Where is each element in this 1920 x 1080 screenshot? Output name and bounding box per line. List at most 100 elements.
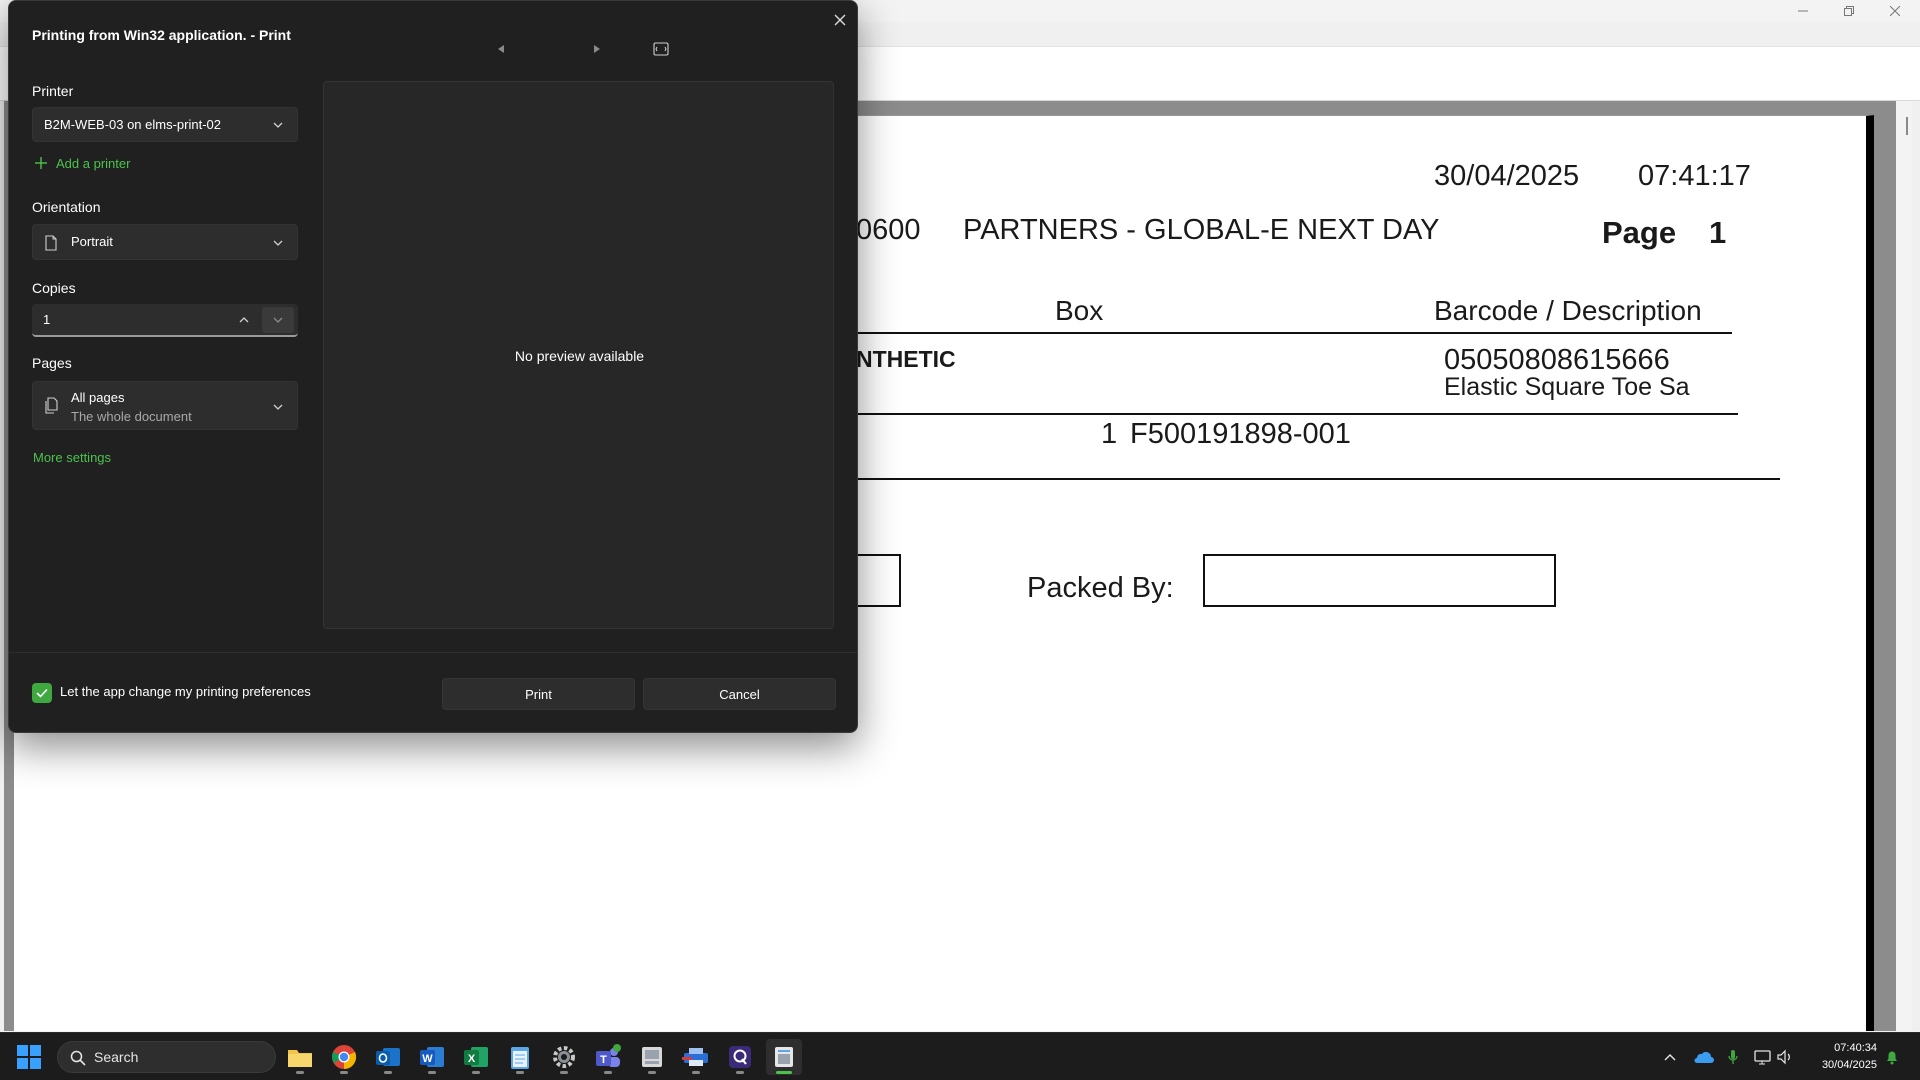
search-icon bbox=[70, 1050, 86, 1066]
taskbar-teams[interactable]: T bbox=[590, 1039, 626, 1075]
running-indicator bbox=[604, 1071, 612, 1074]
scrollbar-thumb[interactable] bbox=[1906, 117, 1908, 135]
chevron-up-icon bbox=[1664, 1054, 1676, 1061]
notepad-icon bbox=[511, 1047, 529, 1069]
running-indicator bbox=[296, 1071, 304, 1074]
print-preview-pane: No preview available bbox=[323, 81, 834, 629]
cancel-button[interactable]: Cancel bbox=[643, 678, 836, 710]
taskbar-word[interactable]: W bbox=[414, 1039, 450, 1075]
taskbar-notepad[interactable] bbox=[502, 1039, 538, 1075]
doc-rule bbox=[858, 332, 1732, 334]
printing-preferences-checkbox[interactable] bbox=[32, 683, 52, 703]
taskbar-settings[interactable] bbox=[546, 1039, 582, 1075]
fit-page-button[interactable] bbox=[652, 41, 670, 57]
taskbar-outlook[interactable] bbox=[370, 1039, 406, 1075]
close-window-button[interactable] bbox=[1872, 0, 1918, 22]
doc-col-barcode: Barcode / Description bbox=[1434, 295, 1702, 326]
microphone-icon bbox=[1728, 1050, 1738, 1064]
taskbar-app-q[interactable] bbox=[722, 1039, 758, 1075]
printing-preferences-label: Let the app change my printing preferenc… bbox=[60, 684, 311, 699]
dialog-title: Printing from Win32 application. - Print bbox=[32, 27, 291, 43]
taskbar-search-box[interactable]: Search bbox=[57, 1041, 276, 1073]
chevron-down-icon bbox=[273, 240, 283, 246]
copies-increase-button[interactable] bbox=[228, 307, 260, 333]
taskbar-app[interactable] bbox=[634, 1039, 670, 1075]
print-button[interactable]: Print bbox=[442, 678, 635, 710]
restore-icon bbox=[1844, 6, 1854, 16]
taskbar-printer-app[interactable] bbox=[678, 1039, 714, 1075]
vertical-scrollbar[interactable] bbox=[1896, 101, 1912, 1031]
active-indicator bbox=[776, 1071, 792, 1074]
running-indicator bbox=[560, 1071, 568, 1074]
taskbar-chrome[interactable] bbox=[326, 1039, 362, 1075]
speaker-icon bbox=[1777, 1049, 1790, 1065]
microphone-tray-button[interactable] bbox=[1724, 1048, 1742, 1066]
running-indicator bbox=[648, 1071, 656, 1074]
doc-time: 07:41:17 bbox=[1638, 160, 1751, 192]
chevron-down-icon bbox=[273, 404, 283, 410]
minimize-button[interactable] bbox=[1780, 0, 1826, 22]
restore-button[interactable] bbox=[1826, 0, 1872, 22]
add-printer-link[interactable]: Add a printer bbox=[56, 156, 130, 171]
taskbar-clock-date[interactable]: 30/04/2025 bbox=[1822, 1059, 1877, 1071]
previous-page-button[interactable] bbox=[493, 41, 509, 57]
pages-icon bbox=[45, 397, 58, 414]
running-indicator bbox=[736, 1071, 744, 1074]
doc-item-name: NTHETIC bbox=[856, 346, 956, 372]
doc-rule bbox=[858, 413, 1738, 415]
start-button[interactable] bbox=[16, 1044, 42, 1070]
taskbar-active-window[interactable] bbox=[766, 1039, 802, 1075]
pages-value: All pages bbox=[71, 390, 125, 405]
pages-label: Pages bbox=[32, 355, 72, 371]
doc-box-qty: 1 bbox=[1101, 418, 1118, 450]
copies-stepper[interactable]: 1 bbox=[32, 304, 298, 337]
orientation-select[interactable]: Portrait bbox=[32, 224, 298, 260]
notifications-button[interactable] bbox=[1883, 1048, 1901, 1066]
doc-field-box bbox=[856, 554, 901, 607]
printer-label: Printer bbox=[32, 83, 74, 99]
doc-col-box: Box bbox=[1055, 295, 1104, 326]
running-indicator bbox=[384, 1071, 392, 1074]
next-page-button[interactable] bbox=[589, 41, 605, 57]
pages-select[interactable]: All pages The whole document bbox=[32, 381, 298, 430]
print-dialog: Printing from Win32 application. - Print… bbox=[8, 0, 858, 733]
doc-partner-text: PARTNERS - GLOBAL-E NEXT DAY bbox=[963, 214, 1440, 246]
printer-value: B2M-WEB-03 on elms-print-02 bbox=[44, 117, 221, 132]
word-icon: W bbox=[420, 1047, 444, 1067]
orientation-label: Orientation bbox=[32, 199, 101, 215]
triangle-left-icon bbox=[498, 45, 504, 53]
file-explorer-icon bbox=[288, 1050, 312, 1067]
printer-app-icon bbox=[682, 1048, 708, 1066]
active-window-icon bbox=[775, 1047, 793, 1067]
dialog-footer-divider bbox=[9, 652, 857, 653]
doc-page-label: Page bbox=[1602, 215, 1677, 250]
doc-header-code: 0600 bbox=[856, 214, 921, 246]
excel-icon: X bbox=[464, 1047, 488, 1067]
doc-date: 30/04/2025 bbox=[1434, 160, 1580, 192]
taskbar-file-explorer[interactable] bbox=[282, 1039, 318, 1075]
fit-to-window-icon bbox=[653, 42, 669, 56]
copies-label: Copies bbox=[32, 280, 76, 296]
windows-logo-icon bbox=[17, 1045, 41, 1069]
more-settings-link[interactable]: More settings bbox=[33, 450, 111, 465]
printer-select[interactable]: B2M-WEB-03 on elms-print-02 bbox=[32, 107, 298, 142]
onedrive-icon bbox=[1694, 1052, 1714, 1063]
chevron-up-icon bbox=[239, 317, 249, 323]
running-indicator bbox=[472, 1071, 480, 1074]
outlook-icon bbox=[376, 1048, 400, 1066]
onedrive-tray-button[interactable] bbox=[1692, 1048, 1714, 1066]
close-icon bbox=[1890, 6, 1900, 16]
doc-description: Elastic Square Toe Sa bbox=[1444, 373, 1690, 401]
taskbar-clock-time[interactable]: 07:40:34 bbox=[1834, 1042, 1877, 1054]
show-hidden-icons-button[interactable] bbox=[1661, 1048, 1679, 1066]
running-indicator bbox=[692, 1071, 700, 1074]
search-label: Search bbox=[94, 1049, 139, 1065]
copies-value: 1 bbox=[43, 312, 51, 327]
teams-icon: T bbox=[596, 1044, 621, 1067]
dialog-close-button[interactable] bbox=[825, 5, 855, 35]
no-preview-text: No preview available bbox=[514, 348, 645, 364]
taskbar-excel[interactable]: X bbox=[458, 1039, 494, 1075]
network-tray-button[interactable] bbox=[1754, 1048, 1772, 1066]
copies-decrease-button[interactable] bbox=[262, 307, 294, 333]
volume-tray-button[interactable] bbox=[1776, 1048, 1794, 1066]
